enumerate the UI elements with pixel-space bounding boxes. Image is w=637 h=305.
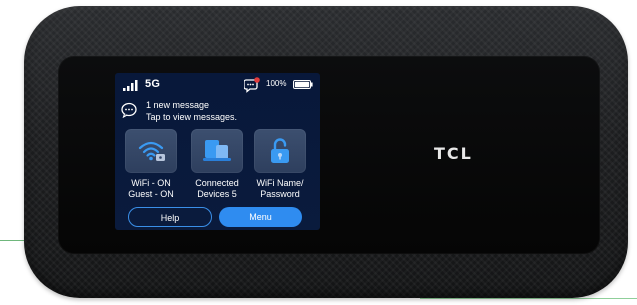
wifi-password-label: WiFi Name/ Password (256, 178, 304, 199)
battery-icon (293, 80, 313, 89)
menu-button[interactable]: Menu (219, 207, 302, 227)
product-photo: 5G 100% 1 new message Tap to view messag… (0, 0, 637, 305)
status-bar: 5G 100% (115, 73, 320, 95)
notification-title: 1 new message (146, 100, 210, 110)
wifi-status-label: WiFi - ON Guest - ON (128, 178, 174, 199)
message-notification[interactable]: 1 new message Tap to view messages. (115, 97, 320, 125)
connected-devices-tile[interactable] (191, 129, 243, 173)
device-screen: 5G 100% 1 new message Tap to view messag… (115, 73, 320, 230)
help-button[interactable]: Help (128, 207, 212, 227)
tcl-logo: TCL (434, 144, 473, 163)
chat-bubble-icon (121, 102, 137, 118)
wifi-status-tile[interactable] (125, 129, 177, 173)
wifi-router-icon (138, 141, 165, 161)
signal-strength-icon (123, 80, 138, 91)
battery-percent: 100% (266, 79, 287, 88)
message-status-icon[interactable] (244, 77, 260, 93)
unread-badge-icon (254, 77, 260, 83)
connected-devices-label: Connected Devices 5 (195, 178, 239, 199)
background-accent-line-bottom (420, 298, 637, 299)
notification-subtitle: Tap to view messages. (146, 112, 238, 122)
wifi-password-tile[interactable] (254, 129, 306, 173)
lock-unlocked-icon (271, 138, 289, 163)
connected-devices-icon (203, 140, 231, 161)
network-type-label: 5G (145, 78, 161, 90)
